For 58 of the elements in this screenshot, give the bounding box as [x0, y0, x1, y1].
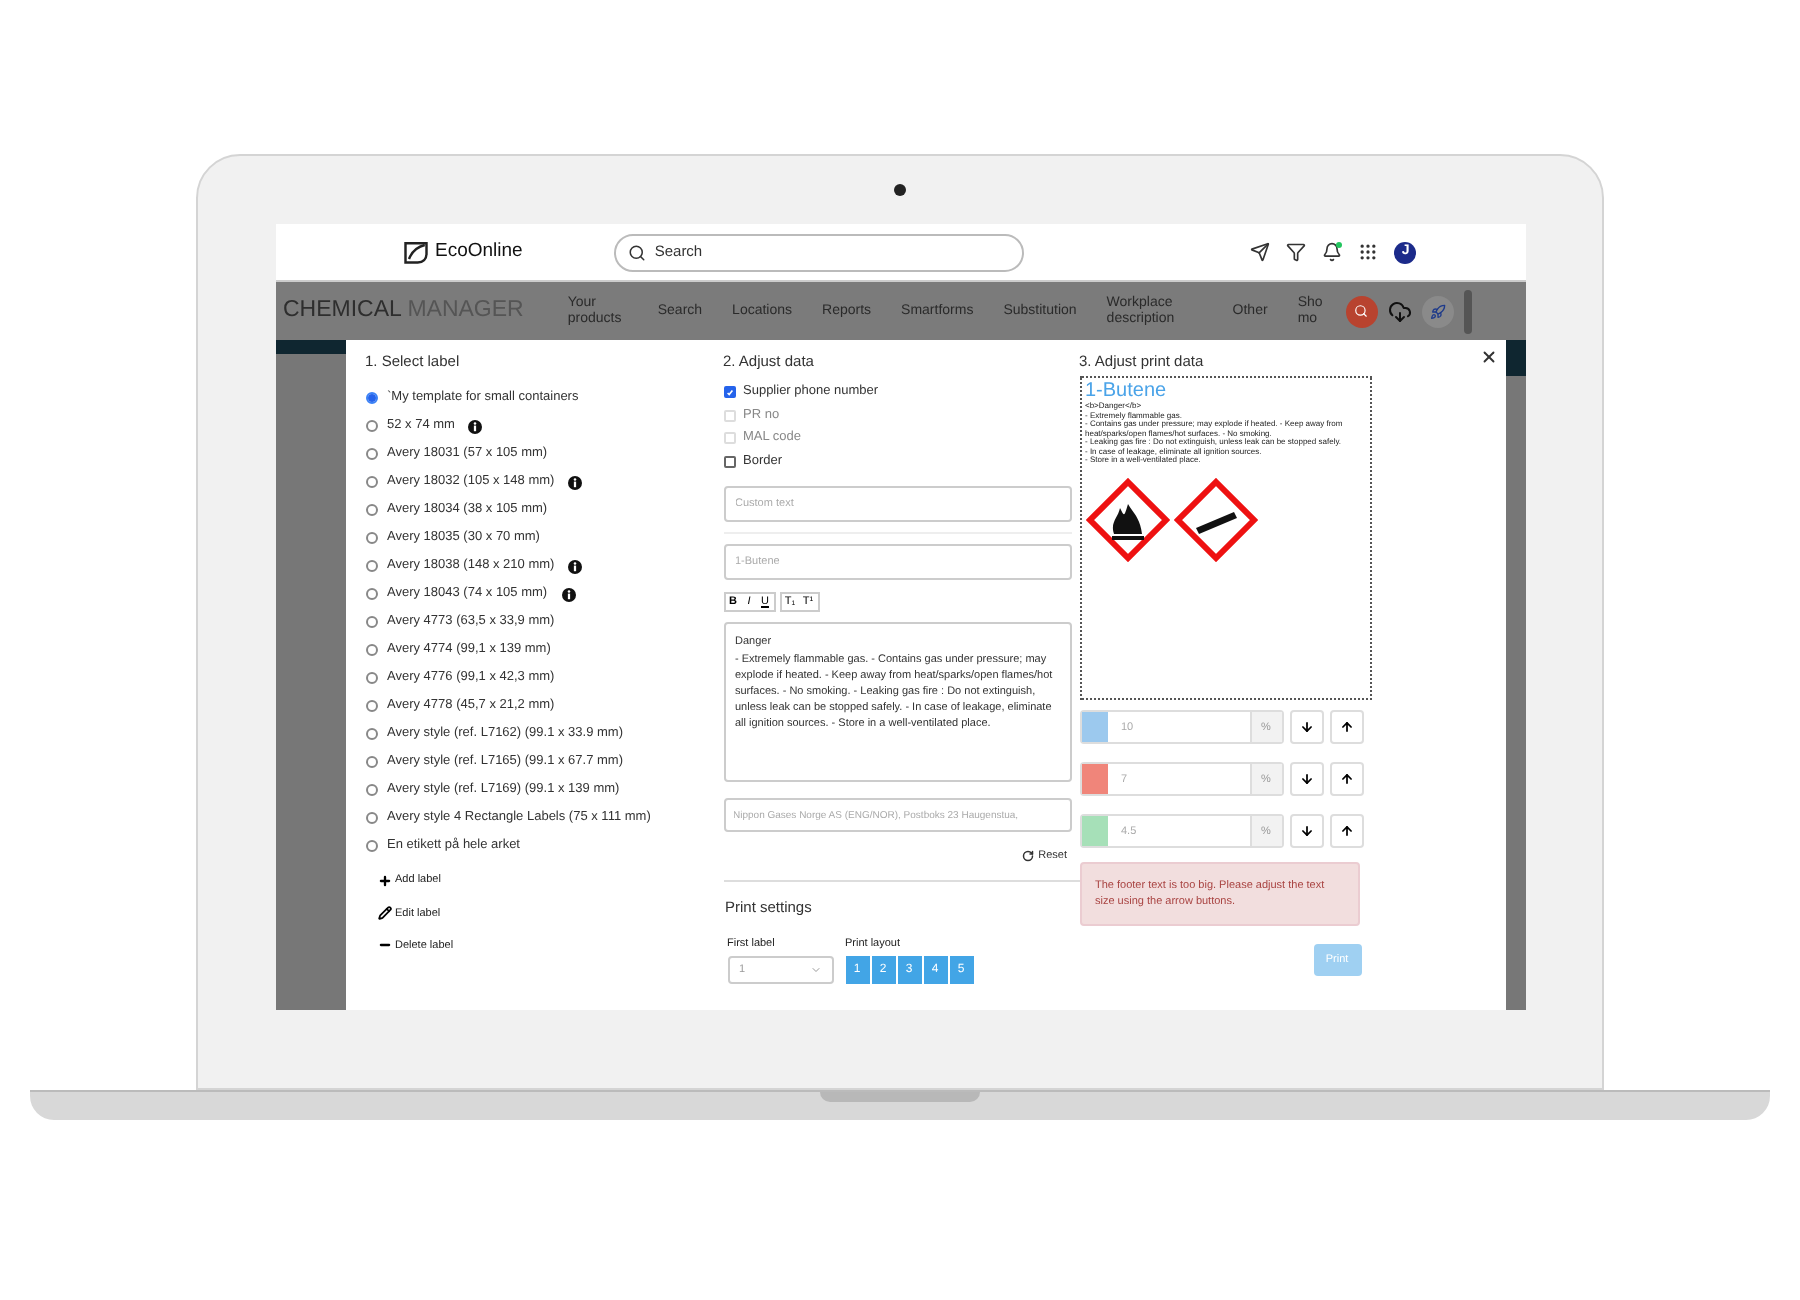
leaf-logo-icon — [401, 238, 429, 266]
increase-button[interactable] — [1329, 814, 1363, 849]
side-handle — [1463, 289, 1472, 333]
radio-button[interactable] — [365, 812, 377, 825]
cloud-download-icon[interactable] — [1387, 299, 1412, 323]
info-icon — [561, 587, 576, 602]
radio-button[interactable] — [365, 700, 377, 713]
camera-icon — [894, 184, 906, 196]
info-icon — [568, 559, 583, 574]
arrow-down-icon — [1299, 824, 1313, 839]
gas-cylinder-pictogram-icon — [1173, 477, 1257, 562]
search-icon — [1354, 304, 1369, 318]
brand-name: EcoOnline — [435, 237, 523, 266]
radio-button[interactable] — [365, 728, 377, 741]
info-icon — [568, 475, 583, 490]
arrow-down-icon — [1299, 772, 1313, 787]
info-icon — [468, 419, 483, 434]
radio-button[interactable] — [365, 420, 377, 433]
bell-icon[interactable] — [1322, 242, 1343, 262]
radio-button[interactable] — [365, 840, 377, 853]
chevron-down-icon — [809, 964, 821, 976]
decrease-button[interactable] — [1289, 710, 1323, 745]
flame-pictogram-icon — [1085, 477, 1169, 562]
search-icon — [628, 243, 647, 261]
arrow-up-icon — [1339, 772, 1353, 787]
rocket-icon — [1429, 303, 1446, 319]
refresh-icon — [1022, 850, 1035, 863]
checkbox[interactable] — [723, 455, 735, 467]
increase-button[interactable] — [1329, 710, 1363, 745]
text-editor[interactable] — [723, 622, 1071, 783]
radio-button[interactable] — [365, 588, 377, 601]
filter-icon[interactable] — [1286, 242, 1307, 262]
radio-button[interactable] — [365, 616, 377, 629]
radio-button[interactable] — [365, 448, 377, 461]
decrease-button[interactable] — [1289, 814, 1323, 849]
checkbox[interactable] — [723, 386, 735, 398]
rocket-button[interactable] — [1421, 295, 1454, 327]
close-icon[interactable] — [1479, 348, 1497, 366]
plus-icon — [377, 873, 391, 888]
increase-button[interactable] — [1329, 762, 1363, 797]
arrow-up-icon — [1339, 720, 1353, 735]
radio-button[interactable] — [365, 756, 377, 769]
radio-button[interactable] — [365, 532, 377, 545]
arrow-down-icon — [1299, 720, 1313, 735]
radio-button[interactable] — [365, 504, 377, 517]
search-button[interactable] — [1345, 295, 1378, 327]
preview-title: 1-Butene — [1085, 382, 1169, 403]
radio-button[interactable] — [365, 784, 377, 797]
arrow-up-icon — [1339, 824, 1353, 839]
apps-grid-icon[interactable] — [1358, 242, 1379, 262]
send-icon[interactable] — [1250, 242, 1271, 262]
radio-button[interactable] — [365, 392, 377, 405]
radio-button[interactable] — [365, 476, 377, 489]
radio-button[interactable] — [365, 644, 377, 657]
pencil-icon — [377, 906, 391, 921]
decrease-button[interactable] — [1289, 762, 1323, 797]
radio-button[interactable] — [365, 560, 377, 573]
radio-button[interactable] — [365, 672, 377, 685]
